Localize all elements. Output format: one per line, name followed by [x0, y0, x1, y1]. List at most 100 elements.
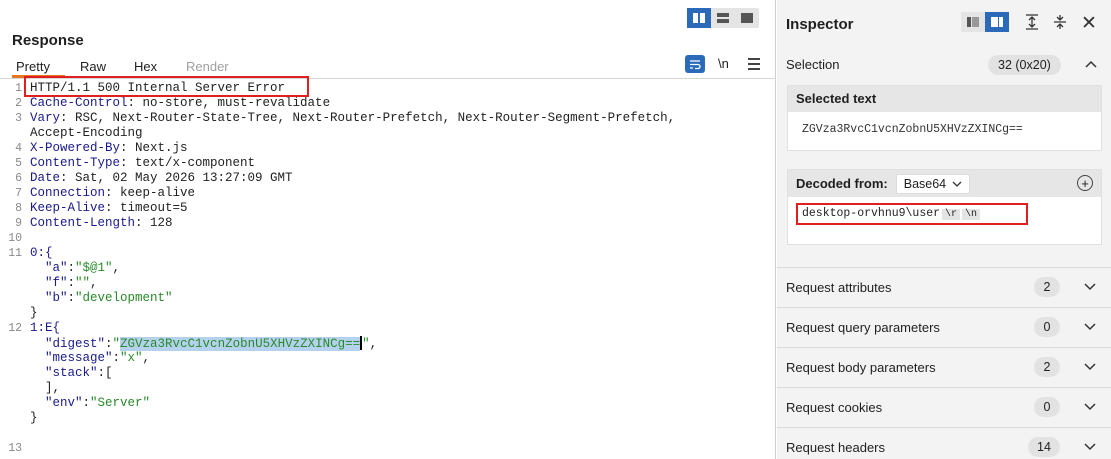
line-number [0, 306, 22, 321]
split-horizontal-icon[interactable] [711, 8, 735, 28]
escape-lf: \n [962, 209, 981, 220]
code-line: Cache-Control: no-store, must-revalidate [30, 96, 330, 111]
code-token: Keep-Alive [30, 201, 106, 215]
tab-render[interactable]: Render [186, 59, 229, 74]
code-token: : keep-alive [105, 186, 196, 200]
code-line: Content-Length: 128 [30, 216, 173, 231]
chevron-up-icon[interactable] [1085, 56, 1097, 71]
line-number: 13 [8, 442, 22, 455]
decoded-header: Decoded from: Base64 + [788, 170, 1101, 197]
code-token: "message" [30, 351, 113, 365]
split-vertical-icon[interactable] [687, 8, 711, 28]
selected-text-value[interactable]: ZGVza3RvcC1vcnZobnU5XHVzZXINCg== [788, 112, 1101, 147]
response-pane: Response Pretty Raw Hex Render \n 1 HTTP/… [0, 0, 776, 459]
expand-all-icon[interactable] [1025, 14, 1039, 33]
code-token: "stack" [30, 366, 98, 380]
line-number: 10 [8, 232, 22, 245]
close-icon[interactable]: ✕ [1081, 12, 1097, 35]
line-number: 3 [15, 112, 22, 125]
section-label: Request attributes [786, 280, 892, 295]
code-token: : text/x-component [120, 156, 256, 170]
line-number: 9 [15, 217, 22, 230]
dock-left-icon[interactable] [961, 12, 985, 32]
line-number: 11 [8, 247, 22, 260]
chevron-down-icon[interactable] [1084, 439, 1096, 454]
selection-length-badge: 32 (0x20) [988, 55, 1061, 75]
tab-raw[interactable]: Raw [80, 59, 106, 74]
response-title: Response [12, 32, 84, 49]
decoded-card: Decoded from: Base64 + desktop-orvhnu9\u… [787, 169, 1102, 245]
inspector-section[interactable]: Request attributes 2 [777, 267, 1111, 307]
line-number [0, 411, 22, 426]
code-token: "digest" [30, 337, 106, 351]
selected-text-title: Selected text [788, 86, 1101, 112]
inspector-section[interactable]: Request cookies 0 [777, 387, 1111, 427]
line-number [0, 336, 22, 351]
chevron-down-icon[interactable] [1084, 359, 1096, 374]
section-count-badge: 0 [1034, 317, 1060, 337]
section-label: Request body parameters [786, 360, 936, 375]
line-number: 7 [15, 187, 22, 200]
encoding-value: Base64 [903, 176, 947, 191]
code-token: , [369, 337, 378, 351]
add-decoder-icon[interactable]: + [1077, 175, 1093, 191]
code-token: X-Powered-By [30, 141, 121, 155]
code-line: "f":"", [30, 276, 98, 291]
code-token: , [112, 261, 121, 275]
code-token: : [82, 396, 91, 410]
code-token: "Server" [90, 396, 151, 410]
decoded-from-label: Decoded from: [796, 176, 888, 191]
collapse-all-icon[interactable] [1053, 14, 1067, 33]
code-line: Accept-Encoding [30, 126, 143, 141]
line-number: 6 [15, 172, 22, 185]
response-tabs: Pretty Raw Hex Render [0, 56, 776, 78]
selection-row[interactable]: Selection 32 (0x20) [777, 50, 1111, 80]
line-number: 1 [15, 82, 22, 95]
code-token: } [30, 411, 38, 425]
code-token: : Next.js [120, 141, 188, 155]
chevron-down-icon[interactable] [1084, 319, 1096, 334]
chevron-down-icon[interactable] [1084, 279, 1096, 294]
selection-label: Selection [786, 57, 840, 72]
code-token: } [30, 306, 38, 320]
tab-hex[interactable]: Hex [134, 59, 157, 74]
section-count-badge: 0 [1034, 397, 1060, 417]
code-token: Connection [30, 186, 106, 200]
code-token: : no-store, must-revalidate [127, 96, 331, 110]
code-token: 1:E{ [30, 321, 61, 335]
code-token: "f" [30, 276, 68, 290]
encoding-select[interactable]: Base64 [895, 173, 971, 194]
dock-right-icon[interactable] [985, 12, 1009, 32]
code-token: " [112, 337, 121, 351]
line-number [0, 381, 22, 396]
layout-switch [687, 8, 759, 28]
decoded-value[interactable]: desktop-orvhnu9\user \r \n [796, 203, 1028, 225]
inspector-section[interactable]: Request query parameters 0 [777, 307, 1111, 347]
tab-pretty[interactable]: Pretty [16, 59, 50, 74]
code-line: } [30, 306, 38, 321]
code-line: Vary: RSC, Next-Router-State-Tree, Next-… [30, 111, 675, 126]
inspector-section[interactable]: Request body parameters 2 [777, 347, 1111, 387]
code-token: : [67, 291, 76, 305]
code-line: "stack":[ [30, 366, 113, 381]
menu-icon[interactable] [748, 56, 760, 70]
inspector-layout-switch [961, 12, 1009, 32]
selected-text-card: Selected text ZGVza3RvcC1vcnZobnU5XHVzZX… [787, 85, 1102, 151]
show-newlines-button[interactable]: \n [718, 56, 729, 71]
code-token: Content-Length [30, 216, 136, 230]
line-number: 12 [8, 322, 22, 335]
line-number [0, 126, 22, 141]
chevron-down-icon[interactable] [1084, 399, 1096, 414]
code-token: : timeout=5 [105, 201, 188, 215]
single-pane-icon[interactable] [735, 8, 759, 28]
code-line: } [30, 411, 38, 426]
code-token: Content-Type [30, 156, 121, 170]
code-line: ], [30, 381, 60, 396]
line-number [0, 276, 22, 291]
section-label: Request cookies [786, 400, 883, 415]
inspector-section[interactable]: Request headers 14 [777, 427, 1111, 459]
word-wrap-icon[interactable] [685, 55, 705, 73]
line-number: 2 [15, 97, 22, 110]
code-line: Connection: keep-alive [30, 186, 195, 201]
code-token: "" [75, 276, 91, 290]
